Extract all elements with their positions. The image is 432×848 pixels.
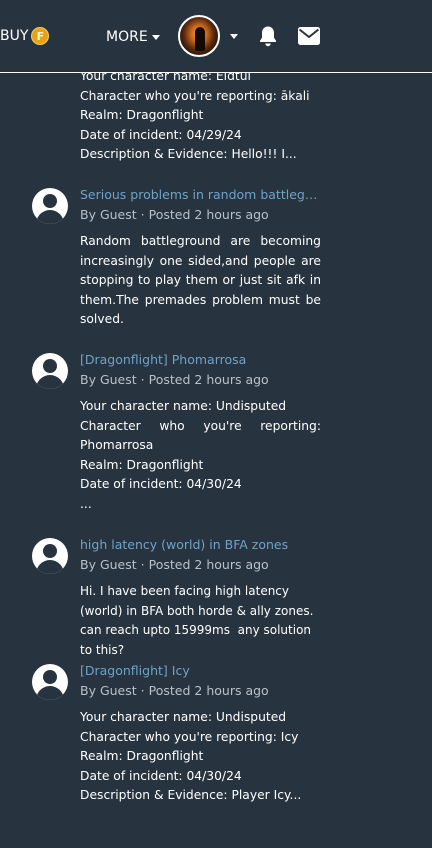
meta-separator: ·	[140, 557, 145, 572]
excerpt-line: Realm: Dragonflight	[80, 108, 204, 122]
excerpt-line: Date of incident: 04/29/24	[80, 127, 242, 142]
post-time: Posted 2 hours ago	[148, 557, 269, 572]
mail-icon[interactable]	[298, 27, 320, 49]
post-author: By Guest	[80, 207, 137, 222]
guest-avatar-icon[interactable]	[32, 538, 68, 574]
post-meta: By Guest · Posted 2 hours ago	[80, 683, 269, 698]
post-excerpt: Random battleground are becoming increas…	[80, 234, 321, 326]
excerpt-line: Your character name: Undisputed	[80, 710, 287, 724]
post-excerpt: Hi. I have been facing high latency (wor…	[80, 584, 318, 657]
post-time: Posted 2 hours ago	[148, 207, 269, 222]
post-excerpt: Your character name: Eldtûl Character wh…	[80, 67, 321, 165]
excerpt-line: Realm: Dragonflight	[80, 749, 204, 763]
post-meta: By Guest · Posted 2 hours ago	[80, 557, 269, 572]
excerpt-line: Character who you're reporting: ākali	[80, 88, 310, 103]
guest-avatar-icon[interactable]	[32, 664, 68, 700]
post-meta: By Guest · Posted 2 hours ago	[80, 372, 269, 387]
post-excerpt: Your character name: Undisputed Characte…	[80, 708, 321, 806]
more-menu-button[interactable]: MORE	[106, 29, 160, 45]
post-title-link[interactable]: high latency (world) in BFA zones	[80, 537, 322, 552]
excerpt-line: Realm: Dragonflight	[80, 457, 204, 472]
buy-label: BUY	[0, 28, 29, 44]
post-time: Posted 2 hours ago	[148, 683, 269, 698]
post-author: By Guest	[80, 683, 137, 698]
chevron-down-icon	[151, 34, 160, 40]
meta-separator: ·	[140, 207, 145, 222]
excerpt-line: Character who you're reporting: Icy	[80, 729, 299, 744]
post-author: By Guest	[80, 557, 137, 572]
excerpt-line: Your character name: Undisputed	[80, 399, 287, 413]
post-time: Posted 2 hours ago	[148, 372, 269, 387]
bell-icon[interactable]	[258, 25, 278, 51]
post-title-link[interactable]: [Dragonflight] Icy	[80, 663, 322, 678]
buy-link[interactable]: BUY F	[0, 27, 50, 45]
excerpt-line: Character who you're reporting: Phomarro…	[80, 418, 321, 453]
guest-avatar-icon[interactable]	[32, 188, 68, 224]
chevron-down-icon[interactable]	[230, 33, 238, 39]
meta-separator: ·	[140, 372, 145, 387]
excerpt-line: Description & Evidence: Hello!!! I...	[80, 147, 297, 161]
guest-avatar-icon[interactable]	[32, 353, 68, 389]
post-title-link[interactable]: [Dragonflight] Phomarrosa	[80, 352, 322, 367]
top-navigation-bar: BUY F MORE	[0, 0, 432, 73]
user-avatar[interactable]	[178, 15, 220, 57]
excerpt-line: Date of incident: 04/30/24	[80, 477, 242, 491]
user-menu[interactable]	[178, 15, 238, 57]
excerpt-line: ...	[80, 496, 92, 511]
post-meta: By Guest · Posted 2 hours ago	[80, 207, 269, 222]
post-author: By Guest	[80, 372, 137, 387]
post-excerpt: Your character name: Undisputed Characte…	[80, 397, 321, 514]
post-title-link[interactable]: Serious problems in random battleground	[80, 187, 322, 202]
meta-separator: ·	[140, 683, 145, 698]
coin-icon: F	[31, 27, 50, 45]
more-label: MORE	[106, 29, 148, 45]
excerpt-line: Date of incident: 04/30/24	[80, 768, 242, 783]
excerpt-line: Description & Evidence: Player Icy...	[80, 788, 302, 802]
